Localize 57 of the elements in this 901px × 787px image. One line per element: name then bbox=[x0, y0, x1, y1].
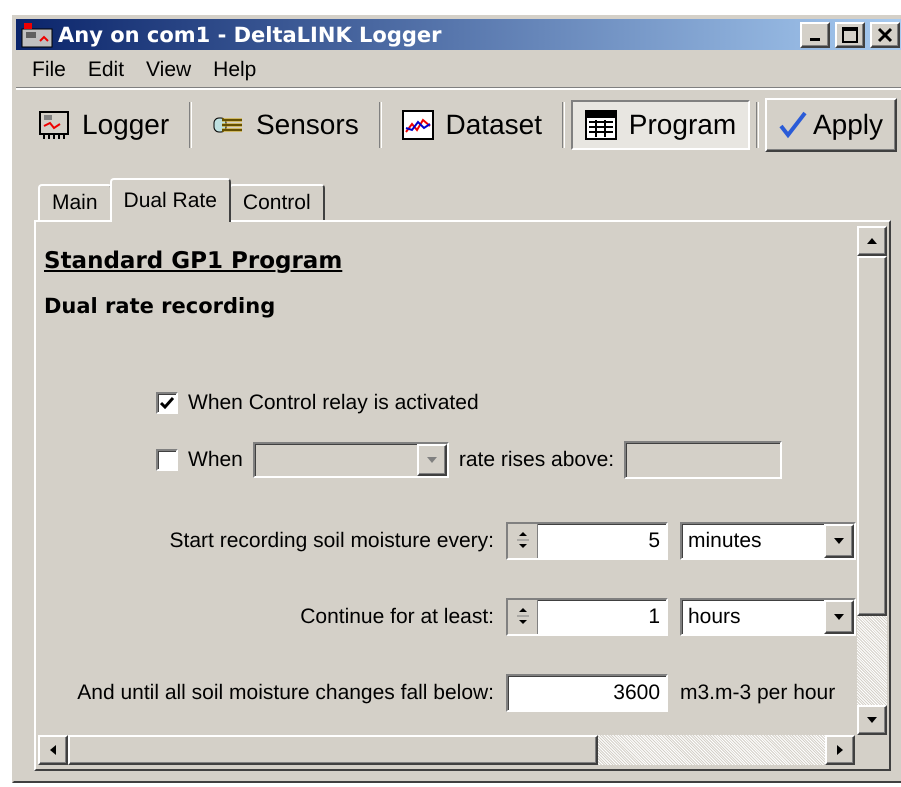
checkbox[interactable] bbox=[156, 392, 178, 414]
caret-icon bbox=[833, 537, 845, 545]
scroll-up-button[interactable] bbox=[857, 226, 887, 256]
spin-buttons[interactable] bbox=[508, 600, 538, 634]
close-icon bbox=[877, 26, 893, 42]
maximize-button[interactable] bbox=[835, 22, 865, 48]
field-label: Start recording soil moisture every: bbox=[168, 529, 494, 553]
right-arrow-icon bbox=[836, 744, 844, 756]
apply-button[interactable]: Apply bbox=[764, 98, 898, 152]
unit-label: m3.m-3 per hour bbox=[680, 681, 836, 705]
checkmark-icon bbox=[778, 111, 807, 139]
menu-item[interactable]: File bbox=[24, 56, 74, 84]
sensor-probe-icon bbox=[212, 115, 244, 135]
checkbox-label[interactable]: When Control relay is activated bbox=[188, 391, 479, 415]
checkmark-icon bbox=[160, 397, 174, 409]
unit-dropdown[interactable]: hours bbox=[680, 598, 856, 636]
menu-item[interactable]: View bbox=[138, 56, 200, 84]
scroll-right-button[interactable] bbox=[825, 735, 855, 765]
program-grid-icon bbox=[584, 110, 617, 140]
vertical-scrollbar[interactable] bbox=[857, 226, 887, 735]
close-button[interactable] bbox=[870, 22, 900, 48]
scroll-down-button[interactable] bbox=[857, 705, 887, 735]
minimize-icon bbox=[810, 38, 820, 40]
spin-buttons[interactable] bbox=[508, 524, 538, 558]
minimize-button[interactable] bbox=[800, 22, 830, 48]
up-arrow-icon bbox=[866, 237, 878, 245]
spin-field[interactable]: 1 bbox=[506, 598, 668, 636]
horizontal-scrollbar[interactable] bbox=[38, 735, 855, 765]
program-heading: Standard GP1 Program bbox=[44, 248, 344, 274]
logger-device-icon bbox=[38, 110, 70, 140]
left-arrow-icon bbox=[49, 744, 57, 756]
caret-icon bbox=[833, 613, 845, 621]
window-title: Any on com1 - DeltaLINK Logger bbox=[58, 22, 443, 46]
down-arrow-icon bbox=[866, 716, 878, 724]
toolbar-button[interactable]: Program bbox=[570, 100, 750, 150]
threshold-field[interactable]: 3600 bbox=[506, 674, 668, 712]
dropdown-button[interactable] bbox=[824, 600, 854, 634]
scroll-left-button[interactable] bbox=[38, 735, 68, 765]
scroll-thumb[interactable] bbox=[857, 256, 887, 616]
field-label: And until all soil moisture changes fall below: bbox=[76, 681, 494, 705]
field-label: rate rises above: bbox=[458, 448, 614, 472]
maximize-icon bbox=[842, 26, 858, 42]
field-label: Continue for at least: bbox=[299, 605, 494, 629]
chart-icon bbox=[402, 110, 434, 140]
dropdown-button[interactable] bbox=[824, 524, 854, 558]
scroll-thumb[interactable] bbox=[68, 735, 598, 765]
rate-field[interactable] bbox=[624, 441, 782, 479]
unit-dropdown[interactable]: minutes bbox=[680, 522, 856, 560]
tab[interactable]: Dual Rate bbox=[110, 178, 231, 222]
tab[interactable]: Control bbox=[228, 184, 325, 220]
app-icon bbox=[20, 20, 54, 48]
caret-icon bbox=[426, 456, 438, 464]
menu-item[interactable]: Help bbox=[205, 56, 264, 84]
spin-field[interactable]: 5 bbox=[506, 522, 668, 560]
tab[interactable]: Main bbox=[38, 184, 112, 220]
section-heading: Dual rate recording bbox=[44, 294, 276, 318]
menu-item[interactable]: Edit bbox=[80, 56, 132, 84]
